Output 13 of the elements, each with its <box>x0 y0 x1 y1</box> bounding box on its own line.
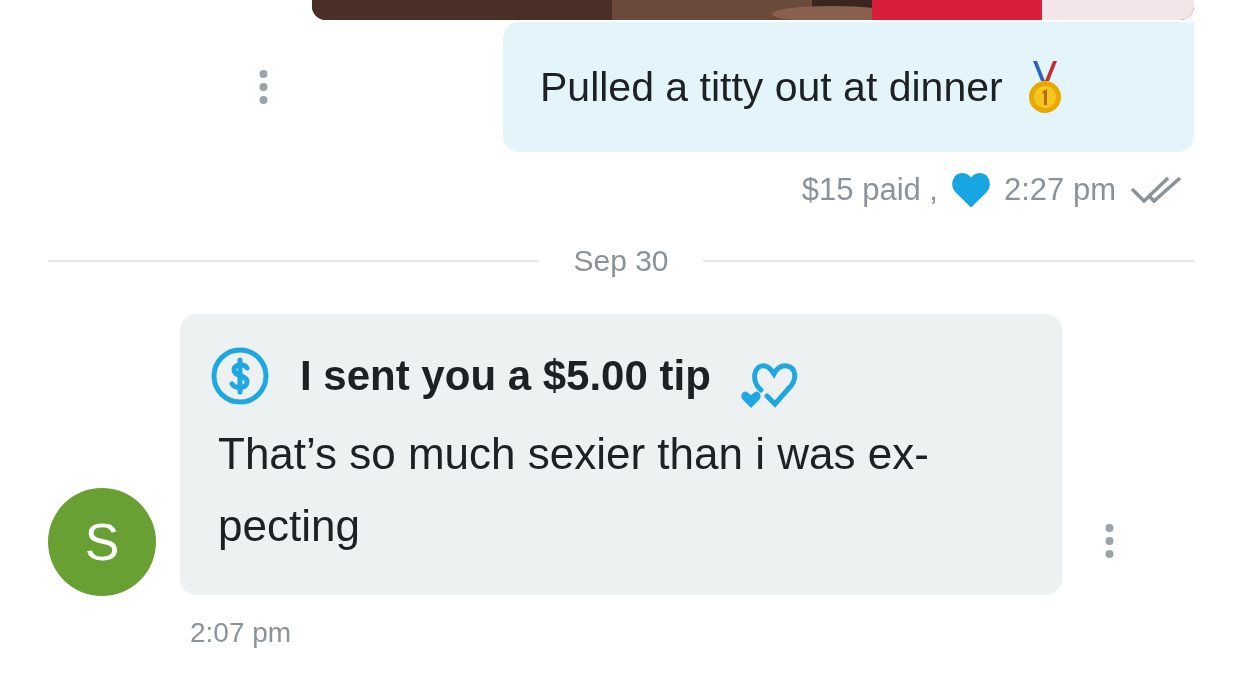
date-divider: Sep 30 <box>573 244 669 278</box>
message-text: That’s so much sexier than i was ex- pecting <box>218 428 930 552</box>
hearts-icon <box>738 360 799 410</box>
avatar[interactable]: S <box>48 488 156 596</box>
heart-icon[interactable] <box>952 173 990 207</box>
dollar-icon <box>210 346 270 406</box>
message-time: 2:27 pm <box>1004 172 1116 208</box>
message-text: Pulled a titty out at dinner <box>540 63 1003 111</box>
tip-text: I sent you a $5.00 tip <box>300 352 711 400</box>
price-label: $15 paid , <box>801 172 938 208</box>
more-icon[interactable] <box>1105 524 1114 558</box>
more-icon[interactable] <box>259 70 268 104</box>
message-time: 2:07 pm <box>190 617 292 649</box>
